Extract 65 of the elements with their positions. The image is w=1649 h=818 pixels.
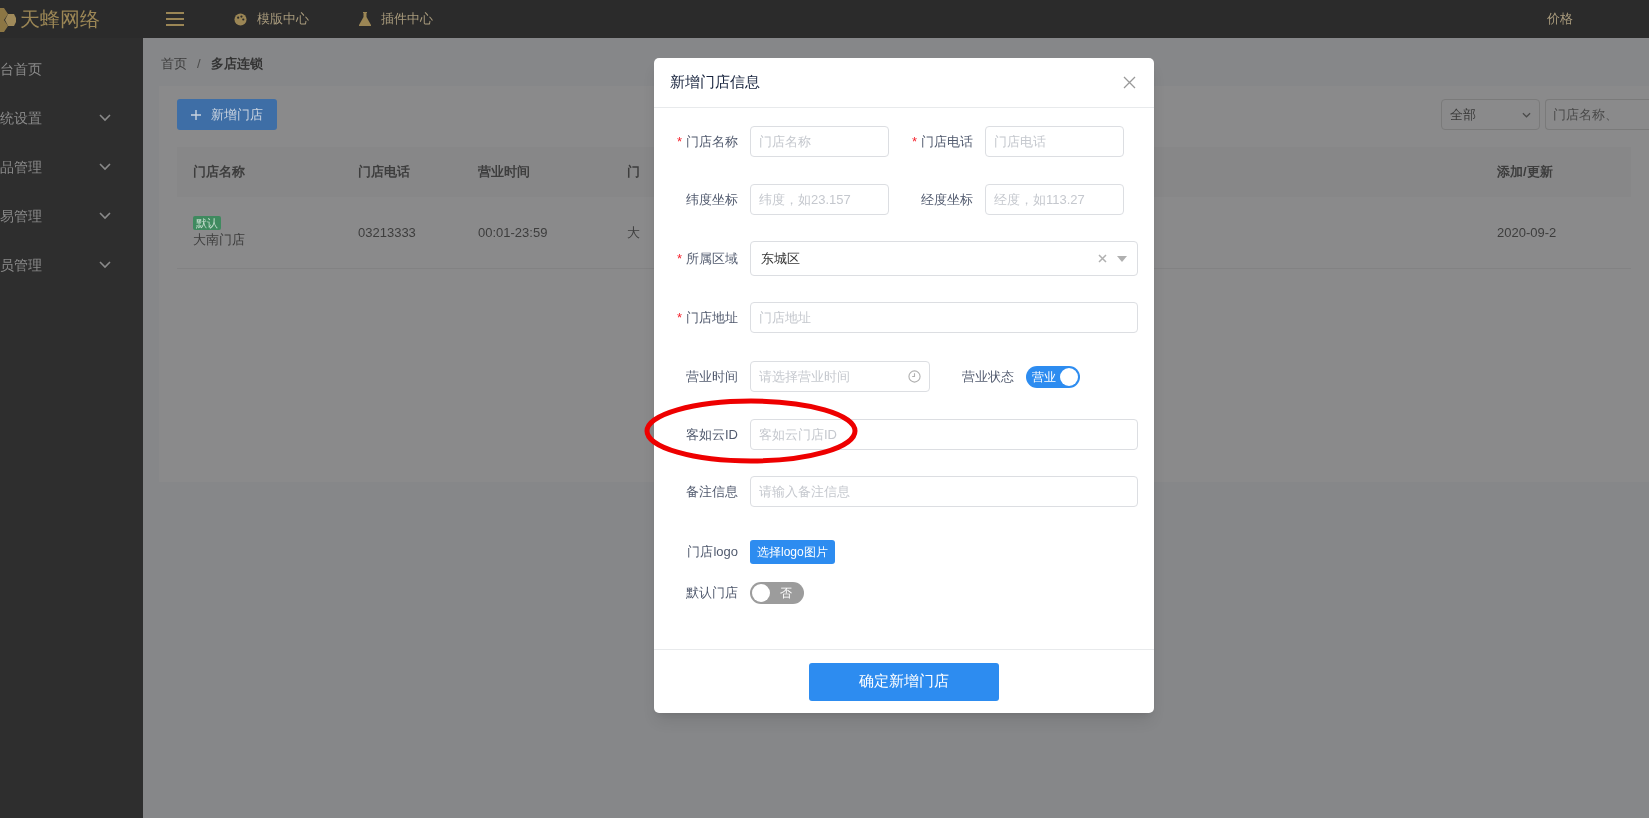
column-header: 门店电话 — [358, 163, 411, 182]
required-mark: * — [676, 132, 682, 151]
chevron-down-icon — [1522, 111, 1531, 118]
sidebar-item[interactable]: 品管理 — [0, 158, 143, 176]
upload-button[interactable]: 选择logo图片 — [750, 540, 835, 564]
nav-link[interactable]: 模版中心 — [257, 9, 309, 29]
field-label: 默认门店 — [686, 584, 738, 603]
table-cell-text: 大南门店 — [193, 230, 246, 249]
chevron-down-icon — [99, 261, 111, 269]
sidebar-item[interactable]: 统设置 — [0, 109, 143, 127]
required-mark: * — [676, 308, 682, 327]
field-label: 经度坐标 — [921, 190, 973, 209]
dialog-title: 新增门店信息 — [670, 72, 760, 93]
region-select[interactable]: 东城区 — [750, 241, 1138, 276]
field-label: 备注信息 — [686, 482, 738, 501]
field-label: 纬度坐标 — [686, 190, 738, 209]
field-label: 门店名称 — [686, 132, 738, 151]
add-store-button[interactable]: 新增门店 — [177, 99, 277, 130]
select-value: 东城区 — [761, 249, 800, 268]
clear-icon[interactable] — [1098, 254, 1107, 263]
default-tag: 默认 — [193, 215, 221, 230]
logo-text: 天蜂网络 — [20, 9, 100, 29]
plus-icon — [191, 109, 201, 120]
required-mark: * — [676, 249, 682, 268]
column-header: 门店名称 — [192, 163, 246, 182]
sidebar-item[interactable]: 台首页 — [0, 60, 143, 78]
toggle-switch[interactable]: 营业 — [1026, 365, 1080, 388]
toggle-switch[interactable]: 否 — [750, 582, 804, 604]
field-label: 门店地址 — [686, 308, 738, 327]
field-label: 营业状态 — [962, 367, 1014, 386]
switch-knob — [1060, 367, 1078, 386]
breadcrumb-item[interactable]: 首页 — [161, 54, 187, 74]
chevron-down-icon — [99, 163, 111, 171]
flask-icon — [359, 12, 371, 26]
clock-icon — [908, 370, 921, 383]
dropdown-arrow-icon[interactable] — [1117, 255, 1127, 262]
required-mark: * — [911, 132, 917, 151]
logo-icon — [0, 6, 16, 32]
submit-button[interactable]: 确定新增门店 — [809, 662, 999, 701]
filter-select[interactable]: 全部 — [1441, 99, 1540, 130]
chevron-down-icon — [99, 212, 111, 220]
field-label: 客如云ID — [686, 425, 738, 444]
field-label: 营业时间 — [686, 367, 738, 386]
palette-icon — [234, 12, 247, 26]
table-cell-text: 00:01-23:59 — [478, 223, 549, 242]
field-label: 所属区域 — [686, 249, 738, 268]
chevron-down-icon — [99, 114, 111, 122]
table-cell-text: 大 — [627, 223, 641, 242]
sidebar-item[interactable]: 员管理 — [0, 256, 143, 274]
sidebar-item[interactable]: 易管理 — [0, 207, 143, 225]
switch-knob — [752, 584, 770, 602]
field-label: 门店logo — [687, 543, 738, 562]
column-header: 门 — [627, 163, 641, 182]
column-header: 添加/更新 — [1497, 163, 1553, 182]
field-label: 门店电话 — [921, 132, 973, 151]
table-cell-text: 03213333 — [358, 223, 417, 242]
price-link[interactable]: 价格 — [1547, 9, 1573, 29]
column-header: 营业时间 — [478, 163, 531, 182]
breadcrumb-separator: / — [197, 55, 201, 74]
menu-icon[interactable] — [166, 12, 184, 26]
breadcrumb-item[interactable]: 多店连锁 — [210, 54, 263, 74]
table-cell-text: 2020-09-2 — [1497, 223, 1557, 242]
text-field[interactable]: 经度，如113.27 — [985, 184, 1124, 215]
close-icon[interactable] — [1123, 76, 1136, 89]
nav-link[interactable]: 插件中心 — [381, 9, 433, 29]
